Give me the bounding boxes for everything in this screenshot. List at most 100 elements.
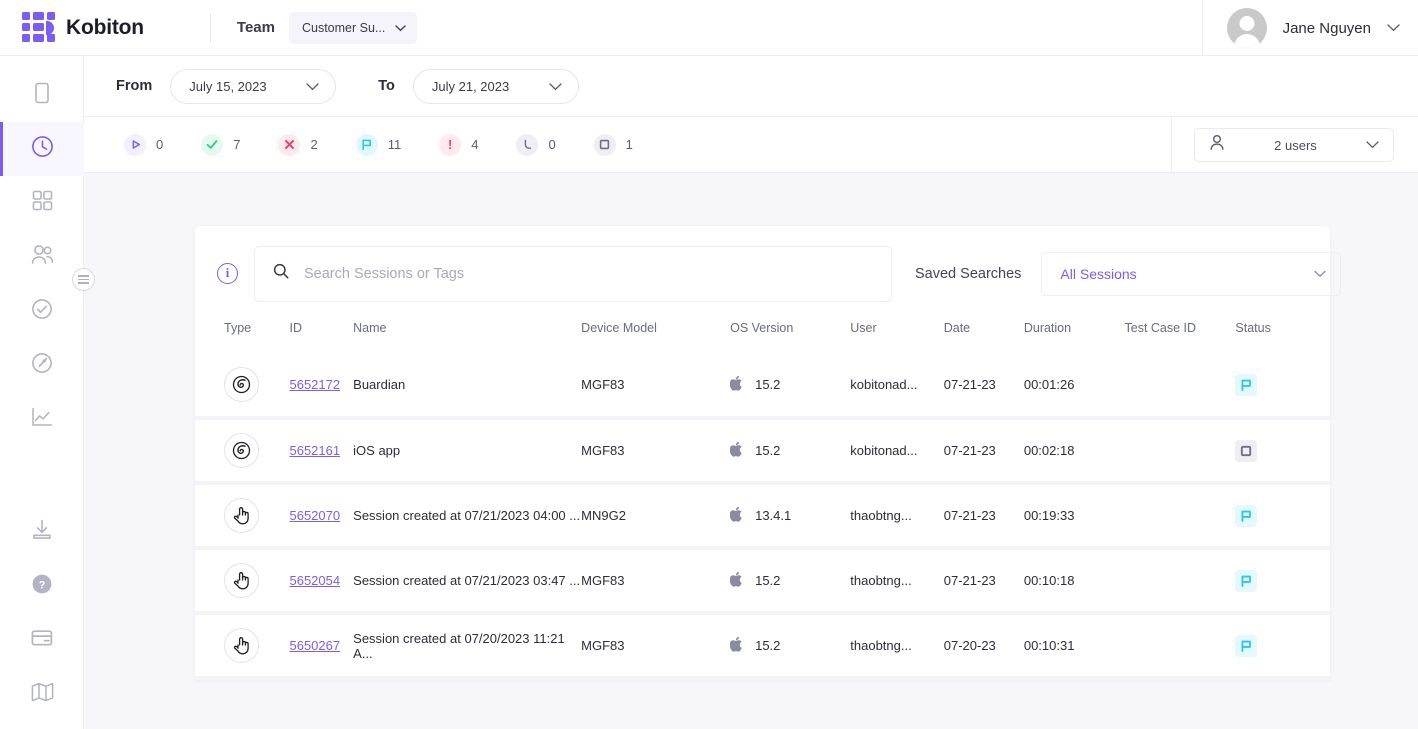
cell-user: thaobtng... xyxy=(850,548,943,613)
flag-icon xyxy=(1235,505,1257,527)
info-icon[interactable]: i xyxy=(217,263,238,284)
column-header-os-version[interactable]: OS Version xyxy=(730,321,850,353)
column-header-duration[interactable]: Duration xyxy=(1024,321,1125,353)
column-header-user[interactable]: User xyxy=(850,321,943,353)
main-content: i Saved Searches All Sessions xyxy=(84,173,1418,729)
session-id-link[interactable]: 5650267 xyxy=(289,638,340,653)
column-header-id[interactable]: ID xyxy=(289,321,353,353)
cell-id: 5650267 xyxy=(289,613,353,678)
table-row[interactable]: 5652161 iOS app MGF83 15.2 xyxy=(195,418,1330,483)
question-circle-icon: ? xyxy=(31,573,53,600)
sidebar-item-analytics[interactable] xyxy=(0,392,84,446)
search-box[interactable] xyxy=(254,246,892,302)
sidebar-item-sessions[interactable] xyxy=(0,122,84,176)
brand-logo[interactable]: Kobiton xyxy=(0,12,144,43)
status-count: 11 xyxy=(388,137,402,152)
statusbar-divider xyxy=(1171,117,1172,173)
to-date-value: July 21, 2023 xyxy=(432,79,509,94)
from-date-select[interactable]: July 15, 2023 xyxy=(170,69,336,104)
status-filter-flagged[interactable]: 11 xyxy=(356,134,402,156)
table-header-row: Type ID Name Device Model OS Version Use… xyxy=(195,321,1330,353)
cell-user: kobitonad... xyxy=(850,418,943,483)
cell-status xyxy=(1235,418,1330,483)
sessions-table-body: 5652172 Buardian MGF83 15.2 xyxy=(195,353,1330,678)
column-header-status[interactable]: Status xyxy=(1235,321,1330,353)
status-filter-passed[interactable]: 7 xyxy=(201,134,240,156)
sidebar-item-explore[interactable] xyxy=(0,338,84,392)
table-row[interactable]: 5650267 Session created at 07/20/2023 11… xyxy=(195,613,1330,678)
brand-name: Kobiton xyxy=(66,16,144,40)
status-filter-stopped[interactable]: 1 xyxy=(594,134,633,156)
status-filter-incomplete[interactable]: ! 4 xyxy=(439,134,478,156)
team-label: Team xyxy=(237,19,275,36)
status-filter-running[interactable]: 0 xyxy=(124,134,163,156)
sidebar-collapse-toggle[interactable] xyxy=(72,268,95,291)
cell-user: thaobtng... xyxy=(850,483,943,548)
column-header-date[interactable]: Date xyxy=(944,321,1024,353)
sidebar-item-guide[interactable] xyxy=(0,667,84,721)
square-icon xyxy=(1235,440,1257,462)
users-filter-select[interactable]: 2 users xyxy=(1194,128,1394,162)
check-icon xyxy=(201,134,223,156)
team-select-value: Customer Su... xyxy=(302,21,385,35)
cell-status xyxy=(1235,613,1330,678)
to-date-select[interactable]: July 21, 2023 xyxy=(413,69,579,104)
os-version-text: 15.2 xyxy=(755,638,780,653)
cell-test-case-id xyxy=(1125,418,1236,483)
kobiton-logo-icon xyxy=(22,12,54,43)
cell-test-case-id xyxy=(1125,483,1236,548)
sidebar-item-tests[interactable] xyxy=(0,284,84,338)
sidebar-item-apps[interactable] xyxy=(0,176,84,230)
cell-device-model: MGF83 xyxy=(581,418,730,483)
saved-searches-label: Saved Searches xyxy=(915,266,1021,282)
chevron-down-icon xyxy=(306,79,319,94)
cell-id: 5652161 xyxy=(289,418,353,483)
os-version-text: 15.2 xyxy=(755,377,780,392)
apple-icon xyxy=(730,507,743,525)
users-filter-value: 2 users xyxy=(1274,138,1317,153)
cell-id: 5652172 xyxy=(289,353,353,418)
to-label: To xyxy=(378,78,395,94)
moon-icon xyxy=(516,134,538,156)
sidebar-item-help[interactable]: ? xyxy=(0,559,84,613)
session-id-link[interactable]: 5652172 xyxy=(289,377,340,392)
column-header-device-model[interactable]: Device Model xyxy=(581,321,730,353)
search-input[interactable] xyxy=(304,266,873,282)
cell-name: Session created at 07/21/2023 03:47 ... xyxy=(353,548,581,613)
status-filter-bar: 0 7 2 11 ! 4 xyxy=(84,117,1418,173)
user-profile-menu[interactable]: Jane Nguyen xyxy=(1202,0,1418,56)
sidebar-item-billing[interactable] xyxy=(0,613,84,667)
cell-os-version: 15.2 xyxy=(730,418,850,483)
status-filter-failed[interactable]: 2 xyxy=(278,134,317,156)
cell-os-version: 13.4.1 xyxy=(730,483,850,548)
compass-icon xyxy=(31,352,53,379)
clock-icon xyxy=(31,135,54,163)
table-row[interactable]: 5652054 Session created at 07/21/2023 03… xyxy=(195,548,1330,613)
table-row[interactable]: 5652172 Buardian MGF83 15.2 xyxy=(195,353,1330,418)
table-row[interactable]: 5652070 Session created at 07/21/2023 04… xyxy=(195,483,1330,548)
exclamation-icon: ! xyxy=(439,134,461,156)
sidebar-item-devices[interactable] xyxy=(0,68,84,122)
column-header-test-case-id[interactable]: Test Case ID xyxy=(1125,321,1236,353)
flag-icon xyxy=(1235,570,1257,592)
column-header-name[interactable]: Name xyxy=(353,321,581,353)
column-header-type[interactable]: Type xyxy=(195,321,289,353)
cell-user: thaobtng... xyxy=(850,613,943,678)
manual-hand-icon xyxy=(224,498,259,533)
cell-device-model: MGF83 xyxy=(581,353,730,418)
session-id-link[interactable]: 5652054 xyxy=(289,573,340,588)
apple-icon xyxy=(730,572,743,590)
cell-id: 5652054 xyxy=(289,548,353,613)
cell-date: 07-21-23 xyxy=(944,483,1024,548)
sessions-card: i Saved Searches All Sessions xyxy=(195,226,1330,680)
session-id-link[interactable]: 5652161 xyxy=(289,443,340,458)
team-select[interactable]: Customer Su... xyxy=(289,12,417,44)
status-filter-timeout[interactable]: 0 xyxy=(516,134,555,156)
saved-searches-select[interactable]: All Sessions xyxy=(1041,252,1341,296)
cell-duration: 00:10:31 xyxy=(1024,613,1125,678)
chevron-down-icon xyxy=(1387,19,1400,37)
cell-type xyxy=(195,418,289,483)
map-icon xyxy=(31,682,54,707)
session-id-link[interactable]: 5652070 xyxy=(289,508,340,523)
sidebar-item-downloads[interactable] xyxy=(0,505,84,559)
